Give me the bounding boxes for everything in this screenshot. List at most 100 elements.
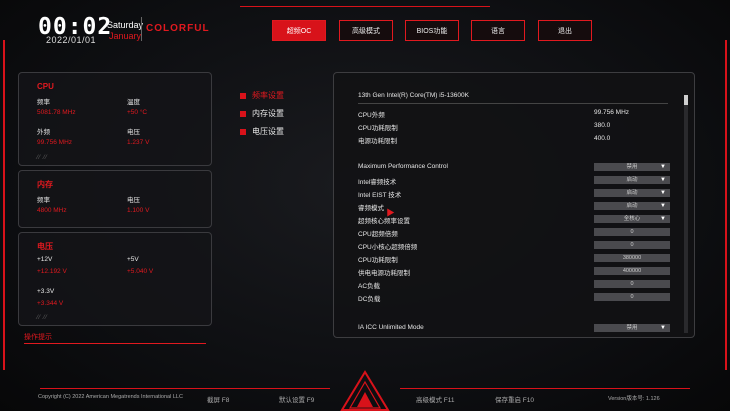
setting-label: 超频核心频率设置 — [358, 218, 410, 225]
card-decoration: ⁄⁄ ⁄⁄ — [37, 315, 48, 321]
setting-label: IA ICC Unlimited Mode — [358, 324, 424, 331]
clock-day: Saturday — [107, 20, 144, 30]
setting-dropdown-value: 启动 — [626, 190, 638, 196]
menu-frequency-label: 频率设置 — [252, 91, 284, 100]
menu-memory[interactable]: 内存设置 — [240, 108, 284, 119]
menu-frequency[interactable]: 频率设置 — [240, 90, 284, 101]
setting-dropdown-value: 禁用 — [626, 164, 638, 170]
brand-logo: COLORFUL — [146, 23, 210, 34]
colorful-emblem-icon — [340, 370, 390, 411]
setting-dropdown[interactable]: 禁用 ▼ — [594, 324, 670, 332]
menu-bullet — [240, 92, 246, 99]
setting-input[interactable]: 0 — [594, 228, 670, 236]
menu-voltage-label: 电压设置 — [252, 127, 284, 136]
tab-language[interactable]: 语言 — [471, 20, 525, 41]
dropdown-arrow-icon: ▼ — [660, 190, 666, 196]
setting-label: DC负载 — [358, 296, 381, 303]
setting-input[interactable]: 0 — [594, 280, 670, 288]
memory-card-title: 内存 — [37, 180, 53, 189]
scrollbar-track[interactable] — [684, 95, 688, 333]
voltage-card: 电压 +12V +12.192 V +5V +5.040 V +3.3V +3.… — [18, 232, 212, 326]
v5-value: +5.040 V — [127, 268, 154, 275]
setting-label: CPU超频倍频 — [358, 231, 398, 238]
screenshot-key[interactable]: 截屏 F8 — [207, 394, 229, 404]
v12-label: +12V — [37, 256, 53, 263]
hint-underline — [24, 343, 206, 344]
v33-value: +3.344 V — [37, 300, 64, 307]
info-label: CPU功耗限制 — [358, 125, 398, 132]
setting-dropdown[interactable]: 全核心 ▼ — [594, 215, 670, 223]
cpu-freq-label: 频率 — [37, 99, 50, 106]
memory-freq-value: 4800 MHz — [37, 207, 67, 214]
setting-label: Maximum Performance Control — [358, 163, 448, 170]
voltage-card-title: 电压 — [37, 242, 53, 251]
info-value: 99.756 MHz — [594, 109, 630, 116]
info-value: 380.0 — [594, 122, 611, 129]
panel-divider — [358, 103, 668, 104]
frame-left-edge — [3, 40, 5, 370]
menu-memory-label: 内存设置 — [252, 109, 284, 118]
version-info: Version版本号: 1.126 — [608, 396, 660, 402]
cpu-bclk-value: 99.756 MHz — [37, 139, 73, 146]
advanced-mode-key[interactable]: 高级模式 F11 — [416, 394, 455, 404]
setting-label: 睿频模式 — [358, 205, 384, 212]
setting-input[interactable]: 0 — [594, 293, 670, 301]
scrollbar-thumb[interactable] — [684, 95, 688, 105]
cpu-card-title: CPU — [37, 82, 54, 91]
v33-label: +3.3V — [37, 288, 55, 295]
setting-input[interactable]: 380000 — [594, 254, 670, 262]
cpu-temp-value: +50 °C — [127, 109, 148, 116]
frame-top-edge — [240, 6, 490, 7]
cpu-name: 13th Gen Intel(R) Core(TM) i5-13600K — [358, 92, 469, 99]
setting-label: AC负载 — [358, 283, 381, 290]
setting-dropdown-value: 启动 — [626, 177, 638, 183]
setting-label: Intel EIST 技术 — [358, 192, 402, 199]
setting-input[interactable]: 0 — [594, 241, 670, 249]
settings-panel: 13th Gen Intel(R) Core(TM) i5-13600K CPU… — [333, 72, 695, 338]
setting-dropdown-value: 启动 — [626, 203, 638, 209]
v12-value: +12.192 V — [37, 268, 67, 275]
setting-dropdown-value: 禁用 — [626, 325, 638, 331]
menu-bullet — [240, 128, 246, 135]
cpu-freq-value: 5081.78 MHz — [37, 109, 76, 116]
setting-dropdown[interactable]: 禁用 ▼ — [594, 163, 670, 171]
cpu-volt-value: 1.237 V — [127, 139, 150, 146]
frame-right-edge — [725, 40, 727, 370]
frame-bottom-edge-right — [400, 388, 690, 389]
memory-card: 内存 频率 4800 MHz 电压 1.100 V — [18, 170, 212, 228]
clock-date: 2022/01/01 — [46, 35, 97, 45]
memory-volt-value: 1.100 V — [127, 207, 150, 214]
menu-bullet — [240, 110, 246, 117]
info-value: 400.0 — [594, 135, 611, 142]
tab-oc[interactable]: 超频OC — [272, 20, 326, 41]
brand-separator — [141, 17, 142, 41]
cpu-bclk-label: 外频 — [37, 129, 50, 136]
setting-dropdown[interactable]: 启动 ▼ — [594, 202, 670, 210]
dropdown-arrow-icon: ▼ — [660, 216, 666, 222]
setting-label: CPU功耗限制 — [358, 257, 398, 264]
setting-dropdown[interactable]: 启动 ▼ — [594, 189, 670, 197]
cpu-temp-label: 温度 — [127, 99, 140, 106]
setting-dropdown-value: 全核心 — [623, 216, 641, 222]
memory-freq-label: 频率 — [37, 197, 50, 204]
menu-voltage[interactable]: 电压设置 — [240, 126, 284, 137]
dropdown-arrow-icon: ▼ — [660, 325, 666, 331]
info-label: 电源功耗限制 — [358, 138, 397, 145]
setting-dropdown[interactable]: 启动 ▼ — [594, 176, 670, 184]
defaults-key[interactable]: 默认设置 F9 — [279, 394, 314, 404]
dropdown-arrow-icon: ▼ — [660, 177, 666, 183]
tab-bios-features[interactable]: BIOS功能 — [405, 20, 459, 41]
tab-exit[interactable]: 退出 — [538, 20, 592, 41]
dropdown-arrow-icon: ▼ — [660, 164, 666, 170]
cpu-card: CPU 频率 5081.78 MHz 温度 +50 °C 外频 99.756 M… — [18, 72, 212, 166]
dropdown-arrow-icon: ▼ — [660, 203, 666, 209]
setting-label: CPU小核心超频倍频 — [358, 244, 418, 251]
save-reboot-key[interactable]: 保存重启 F10 — [495, 394, 534, 404]
cpu-volt-label: 电压 — [127, 129, 140, 136]
setting-input[interactable]: 400000 — [594, 267, 670, 275]
clock-month: January — [109, 31, 142, 41]
info-label: CPU外频 — [358, 112, 385, 119]
v5-label: +5V — [127, 256, 139, 263]
tab-advanced[interactable]: 高级模式 — [339, 20, 393, 41]
frame-bottom-edge-left — [40, 388, 330, 389]
